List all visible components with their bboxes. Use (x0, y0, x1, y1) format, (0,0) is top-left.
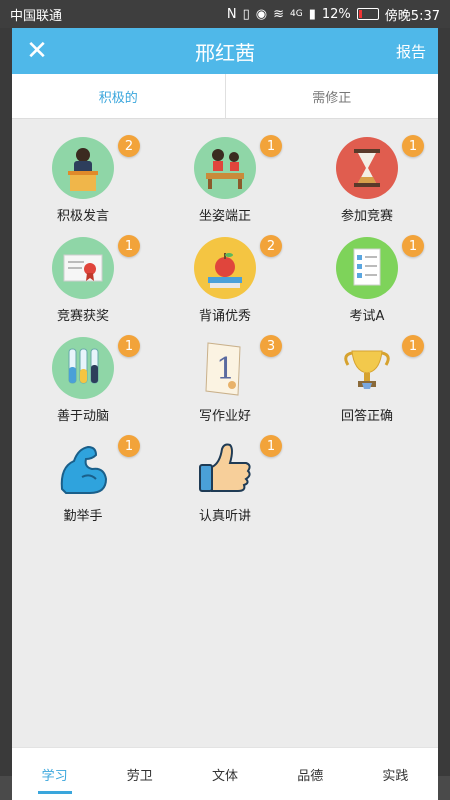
count-badge: 1 (402, 335, 424, 357)
tab-needs-improvement[interactable]: 需修正 (226, 74, 439, 118)
close-button[interactable]: ✕ (22, 36, 52, 66)
behavior-label: 认真听讲 (198, 509, 251, 524)
student-name: 邢红茜 (195, 40, 255, 65)
behavior-label: 勤举手 (63, 509, 103, 524)
category-tab-bar: 学习 劳卫 文体 品德 实践 (12, 747, 438, 800)
behavior-label: 善于动脑 (56, 409, 109, 424)
behavior-item[interactable]: 1 坐姿端正 (165, 135, 285, 224)
tab-morality[interactable]: 品德 (268, 748, 353, 800)
signal-icon: ▮ (308, 6, 316, 22)
trophy-cup-icon: 1 (336, 335, 424, 399)
count-badge: 1 (118, 335, 140, 357)
behavior-item[interactable]: 1 回答正确 (307, 335, 427, 424)
count-badge: 2 (118, 135, 140, 157)
behavior-item[interactable]: 1 认真听讲 (165, 435, 285, 524)
battery-icon (356, 8, 379, 20)
status-bar: 中国联通 N ▯ ◉ ≋ 4G ▮ 12% 傍晚5:37 (0, 0, 450, 28)
tab-labor[interactable]: 劳卫 (97, 748, 182, 800)
students-desk-icon: 1 (194, 135, 282, 199)
behavior-item[interactable]: 1 参加竞赛 (307, 135, 427, 224)
paper-number-one-icon: 1 3 (194, 335, 282, 399)
count-badge: 1 (118, 435, 140, 457)
behavior-item[interactable]: 1 竞赛获奖 (23, 235, 143, 324)
tab-practice[interactable]: 实践 (353, 748, 438, 800)
behavior-label: 积极发言 (56, 209, 109, 224)
behavior-item[interactable]: 1 善于动脑 (23, 335, 143, 424)
segment-control: 积极的 需修正 (12, 74, 438, 119)
count-badge: 1 (260, 435, 282, 457)
behavior-label: 参加竞赛 (340, 209, 393, 224)
tab-positive[interactable]: 积极的 (12, 74, 226, 118)
dialog-header: ✕ 邢红茜 报告 (12, 28, 438, 74)
count-badge: 2 (260, 235, 282, 257)
battery-percent: 12% (321, 6, 351, 22)
vibrate-icon: ▯ (242, 6, 250, 22)
carrier-label: 中国联通 (10, 8, 63, 24)
count-badge: 1 (402, 135, 424, 157)
student-evaluation-dialog: ✕ 邢红茜 报告 积极的 需修正 2 积极发言 1 坐姿端正 1 参加竞赛 1 … (12, 28, 438, 800)
network-type: 4G (290, 9, 303, 19)
behavior-item[interactable]: 2 积极发言 (23, 135, 143, 224)
speaker-podium-icon: 2 (52, 135, 140, 199)
certificate-icon: 1 (52, 235, 140, 299)
behavior-item[interactable]: 1 考试A (307, 235, 427, 324)
count-badge: 3 (260, 335, 282, 357)
behavior-label: 考试A (349, 309, 385, 324)
behavior-label: 背诵优秀 (198, 309, 251, 324)
apple-books-icon: 2 (194, 235, 282, 299)
close-icon: ✕ (26, 36, 48, 66)
clock-time: 傍晚5:37 (384, 8, 440, 24)
behavior-grid: 2 积极发言 1 坐姿端正 1 参加竞赛 1 竞赛获奖 2 背诵优秀 1 考试A… (12, 119, 438, 757)
count-badge: 1 (118, 235, 140, 257)
flexed-arm-icon: 1 (52, 435, 140, 499)
behavior-label: 回答正确 (340, 409, 393, 424)
test-tubes-icon: 1 (52, 335, 140, 399)
behavior-item[interactable]: 1 3 写作业好 (165, 335, 285, 424)
tab-arts-sports[interactable]: 文体 (182, 748, 267, 800)
report-button[interactable]: 报告 (396, 41, 426, 62)
eye-icon: ◉ (255, 6, 268, 22)
behavior-label: 竞赛获奖 (56, 309, 109, 324)
behavior-item[interactable]: 1 勤举手 (23, 435, 143, 524)
behavior-label: 写作业好 (198, 409, 251, 424)
hourglass-icon: 1 (336, 135, 424, 199)
nfc-icon: N (226, 6, 237, 22)
thumbs-up-icon: 1 (194, 435, 282, 499)
count-badge: 1 (402, 235, 424, 257)
wifi-icon: ≋ (273, 6, 285, 22)
behavior-label: 坐姿端正 (198, 209, 251, 224)
behavior-item[interactable]: 2 背诵优秀 (165, 235, 285, 324)
tab-study[interactable]: 学习 (12, 748, 97, 800)
count-badge: 1 (260, 135, 282, 157)
checklist-icon: 1 (336, 235, 424, 299)
